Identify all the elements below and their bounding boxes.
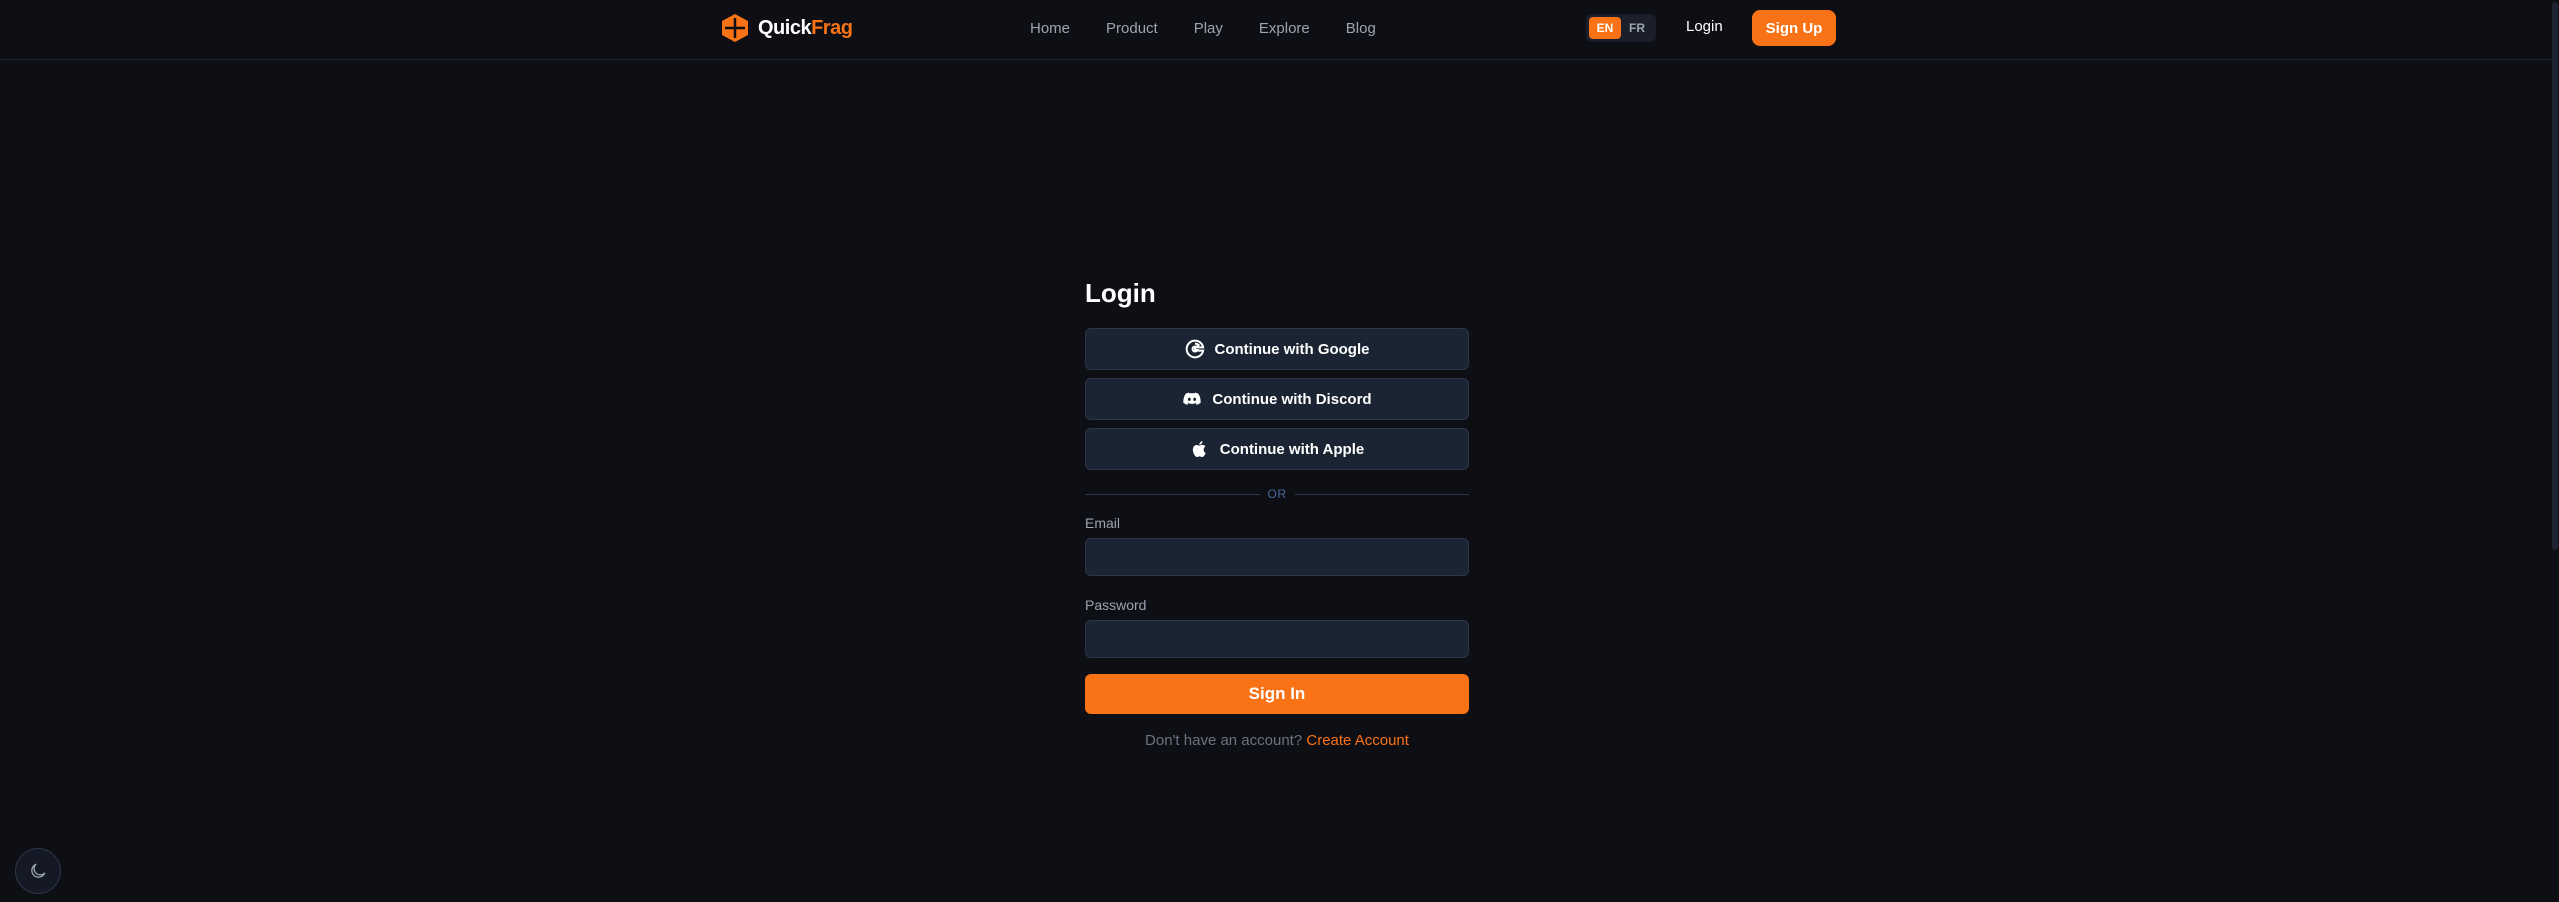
lang-fr-button[interactable]: FR [1621, 17, 1653, 39]
lang-en-button[interactable]: EN [1589, 17, 1621, 39]
password-field[interactable] [1085, 620, 1469, 658]
theme-toggle-button[interactable] [15, 848, 61, 894]
nav-product[interactable]: Product [1106, 20, 1158, 37]
logo-text-frag: Frag [811, 16, 853, 39]
nav-blog[interactable]: Blog [1346, 20, 1376, 37]
scrollbar-thumb[interactable] [2552, 2, 2558, 550]
signup-prompt: Don't have an account? Create Account [1085, 732, 1469, 749]
discord-login-label: Continue with Discord [1212, 390, 1372, 408]
header-login-link[interactable]: Login [1686, 18, 1723, 35]
nav-explore[interactable]: Explore [1259, 20, 1310, 37]
sign-in-button[interactable]: Sign In [1085, 674, 1469, 714]
moon-icon [31, 863, 46, 878]
divider-text: OR [1267, 487, 1287, 501]
logo-text-quick: Quick [758, 16, 812, 39]
discord-login-button[interactable]: Continue with Discord [1085, 378, 1469, 420]
top-header: QuickFrag Home Product Play Explore Blog… [0, 0, 2559, 60]
divider-line-right [1294, 493, 1469, 495]
google-login-label: Continue with Google [1214, 340, 1370, 358]
create-account-link[interactable]: Create Account [1306, 732, 1409, 749]
email-label: Email [1085, 515, 1121, 531]
page-title: Login [1085, 278, 1156, 308]
page-scrollbar[interactable] [2551, 0, 2559, 902]
nav-home[interactable]: Home [1030, 20, 1070, 37]
signup-button[interactable]: Sign Up [1752, 10, 1836, 46]
logo-cube-icon [722, 14, 748, 42]
google-login-button[interactable]: Continue with Google [1085, 328, 1469, 370]
language-switcher: EN FR [1586, 14, 1656, 42]
or-divider: OR [1085, 484, 1469, 504]
logo-text: QuickFrag [758, 16, 853, 40]
main-nav: Home Product Play Explore Blog [1030, 0, 1376, 56]
apple-login-button[interactable]: Continue with Apple [1085, 428, 1469, 470]
logo[interactable]: QuickFrag [720, 12, 853, 44]
divider-line-left [1085, 493, 1260, 495]
apple-icon [1192, 441, 1206, 457]
login-panel: Login Continue with Google Continue with… [1085, 278, 1469, 749]
no-account-text: Don't have an account? [1145, 732, 1303, 749]
email-field[interactable] [1085, 538, 1469, 576]
nav-play[interactable]: Play [1194, 20, 1223, 37]
password-label: Password [1085, 597, 1147, 613]
discord-icon [1183, 392, 1202, 405]
google-icon [1185, 339, 1204, 359]
apple-login-label: Continue with Apple [1219, 440, 1365, 458]
